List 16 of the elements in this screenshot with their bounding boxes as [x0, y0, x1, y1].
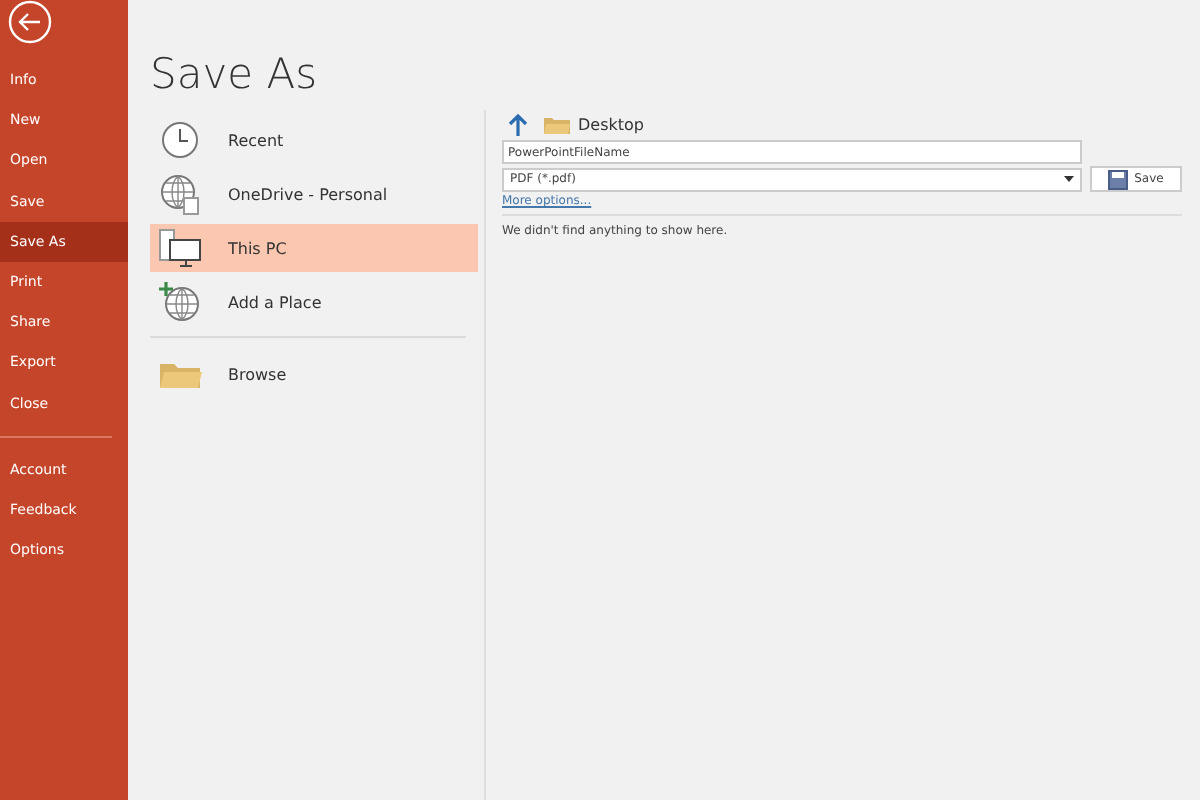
caret-icon [1064, 176, 1074, 182]
page-title: Save As [150, 50, 318, 98]
location-item[interactable]: Add a Place [150, 278, 478, 326]
back-button[interactable] [8, 0, 52, 44]
location-item[interactable]: Browse [150, 350, 478, 398]
globe-icon [158, 172, 202, 216]
clock-icon [158, 120, 202, 160]
computer-icon [158, 228, 202, 268]
globe-plus-icon [158, 280, 202, 324]
folder-icon [158, 358, 202, 390]
folder-icon [544, 115, 570, 133]
location-item[interactable]: Recent [150, 116, 478, 164]
location-item[interactable]: OneDrive - Personal [150, 170, 478, 218]
location-item[interactable]: This PC [150, 224, 478, 272]
up-arrow-icon[interactable] [508, 113, 528, 135]
folder-name[interactable]: Desktop [578, 115, 644, 133]
